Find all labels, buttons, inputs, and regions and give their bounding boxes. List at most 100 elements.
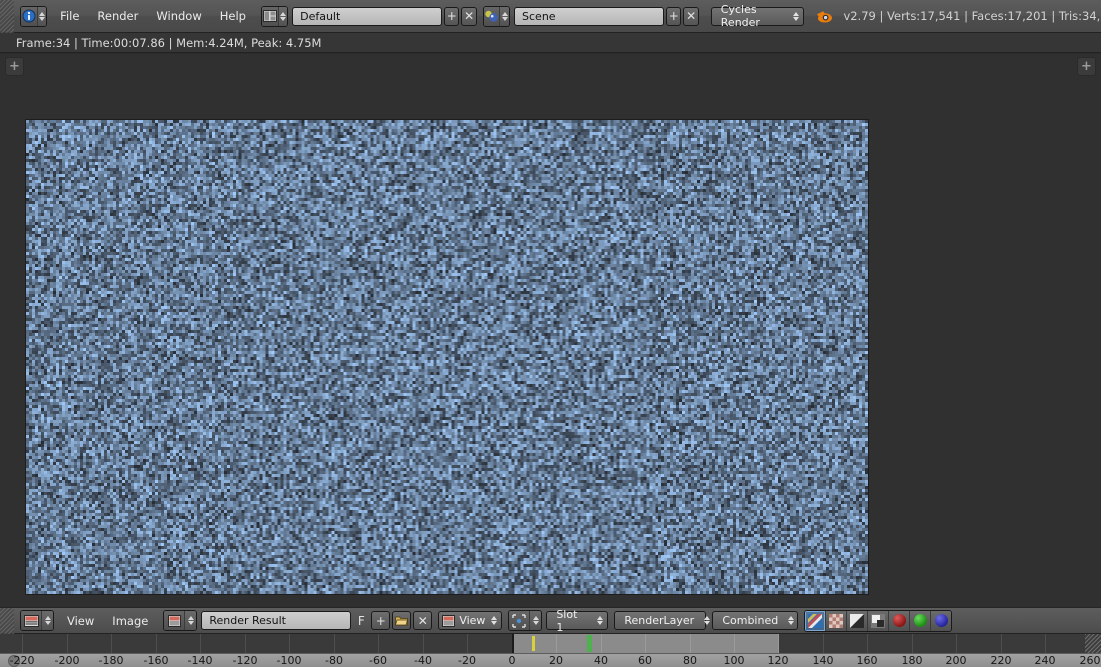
timeline-tick-label: 220 <box>990 654 1012 667</box>
timeline-tick <box>690 634 691 653</box>
render-layer-label: RenderLayer <box>624 614 695 627</box>
timeline-tick <box>156 634 157 653</box>
sidebar-expand-icon[interactable]: + <box>1077 57 1096 76</box>
render-pass-dropdown[interactable]: Combined <box>712 611 799 630</box>
timeline-tick <box>467 634 468 653</box>
scene-name-field[interactable]: Scene <box>514 6 665 26</box>
scene-browse[interactable] <box>482 5 511 27</box>
tool-shelf-expand-icon[interactable]: + <box>5 57 24 76</box>
screen-layout-name-field[interactable]: Default <box>292 6 443 26</box>
image-datablock-icon <box>164 611 185 630</box>
timeline-corner-grip[interactable] <box>1085 634 1101 653</box>
unlink-image-button[interactable]: ✕ <box>413 611 433 630</box>
render-result-image[interactable] <box>26 120 868 594</box>
image-editor-icon <box>21 611 41 630</box>
color-and-alpha-channel-button[interactable] <box>805 610 827 631</box>
red-channel-button[interactable] <box>889 610 911 631</box>
image-datablock-browse[interactable] <box>163 610 198 631</box>
image-editor-canvas[interactable]: + + <box>0 54 1101 607</box>
timeline-tick-label: -20 <box>458 654 476 667</box>
info-editor-header: File Render Window Help Default + ✕ Scen… <box>0 0 1101 33</box>
image-datablock-spinner[interactable] <box>184 611 197 630</box>
timeline-tick <box>200 634 201 653</box>
scene-spinner[interactable] <box>499 6 510 26</box>
menu-render[interactable]: Render <box>88 5 147 27</box>
timeline-tick-label: -100 <box>276 654 302 667</box>
display-channels-group[interactable] <box>804 609 953 632</box>
timeline-tick-label: 60 <box>638 654 652 667</box>
blue-channel-button[interactable] <box>931 610 952 631</box>
timeline-tick-label: 180 <box>901 654 923 667</box>
image-editor-header: View Image Render Result F + ✕ View Slot… <box>0 607 1101 634</box>
info-editor-icon <box>21 6 37 26</box>
header-drag-grip[interactable] <box>0 0 14 33</box>
render-slot-arrows <box>597 616 604 625</box>
editor-type-spinner[interactable] <box>36 6 47 26</box>
timeline-tick-label: 80 <box>683 654 697 667</box>
timeline-tick-label: 120 <box>767 654 789 667</box>
menu-help[interactable]: Help <box>211 5 255 27</box>
image-editor-type-spinner[interactable] <box>41 611 53 630</box>
image-view-mode-dropdown[interactable]: View <box>438 611 503 630</box>
timeline-tick <box>289 634 290 653</box>
render-engine-dropdown[interactable]: Cycles Render <box>710 3 805 29</box>
open-image-button[interactable] <box>392 611 412 630</box>
z-depth-channel-button[interactable] <box>847 610 869 631</box>
pivot-selector[interactable] <box>508 610 543 631</box>
timeline-tick <box>823 634 824 653</box>
menu-file[interactable]: File <box>51 5 88 27</box>
info-report-line: Frame:34 | Time:00:07.86 | Mem:4.24M, Pe… <box>0 33 1101 53</box>
timeline-tick <box>67 634 68 653</box>
color-channel-button[interactable] <box>868 610 890 631</box>
image-view-mode-label: View <box>459 614 486 627</box>
timeline-track[interactable] <box>0 634 1101 653</box>
add-screen-layout-button[interactable]: + <box>444 6 460 26</box>
timeline-tick-label: -180 <box>98 654 124 667</box>
scene-icon <box>483 6 500 26</box>
timeline-tick <box>556 634 557 653</box>
image-menu-view[interactable]: View <box>58 610 103 632</box>
timeline-playhead[interactable] <box>587 635 592 652</box>
image-header-drag-grip[interactable] <box>0 607 14 634</box>
timeline-tick <box>867 634 868 653</box>
timeline-tick <box>734 634 735 653</box>
green-channel-button[interactable] <box>910 610 932 631</box>
timeline-tick-label: -120 <box>232 654 258 667</box>
render-status-text: Frame:34 | Time:00:07.86 | Mem:4.24M, Pe… <box>16 35 322 50</box>
delete-scene-button[interactable]: ✕ <box>683 6 699 26</box>
timeline-frame-zero-line <box>512 634 514 653</box>
timeline-tick-label: -220 <box>9 654 35 667</box>
timeline-editor[interactable]: -220 -200 -180 -160 -140 -120 -100 -80 -60 -40 -20… <box>0 634 1101 667</box>
menu-window[interactable]: Window <box>147 5 210 27</box>
render-layer-dropdown[interactable]: RenderLayer <box>614 611 711 630</box>
timeline-tick-label: 40 <box>594 654 608 667</box>
blue-sphere-icon <box>934 614 948 627</box>
image-name-field[interactable]: Render Result <box>201 611 352 630</box>
editor-type-selector[interactable] <box>20 5 48 27</box>
alpha-channel-button[interactable] <box>826 610 848 631</box>
pivot-spinner[interactable] <box>529 611 542 630</box>
timeline-tick <box>1045 634 1046 653</box>
timeline-tick <box>1001 634 1002 653</box>
delete-screen-layout-button[interactable]: ✕ <box>461 6 477 26</box>
pivot-icon <box>509 611 530 630</box>
scene-statistics: v2.79 | Verts:17,541 | Faces:17,201 | Tr… <box>843 9 1101 23</box>
screen-layout-icon <box>261 6 278 26</box>
image-view-mode-arrows <box>491 616 498 625</box>
timeline-tick-label: -60 <box>369 654 387 667</box>
red-sphere-icon <box>892 614 906 627</box>
render-slot-dropdown[interactable]: Slot 1 <box>546 608 609 634</box>
timeline-tick-label: -40 <box>414 654 432 667</box>
timeline-tick <box>645 634 646 653</box>
timeline-tick <box>378 634 379 653</box>
screen-layout-browse[interactable] <box>260 5 289 27</box>
screen-layout-spinner[interactable] <box>277 6 288 26</box>
fake-user-button[interactable]: F <box>353 611 369 630</box>
add-scene-button[interactable]: + <box>666 6 682 26</box>
timeline-marker[interactable] <box>532 636 535 651</box>
timeline-tick-label: 160 <box>856 654 878 667</box>
image-editor-type-selector[interactable] <box>20 610 54 631</box>
new-image-button[interactable]: + <box>371 611 391 630</box>
timeline-tick <box>22 634 23 653</box>
image-menu-image[interactable]: Image <box>103 610 157 632</box>
